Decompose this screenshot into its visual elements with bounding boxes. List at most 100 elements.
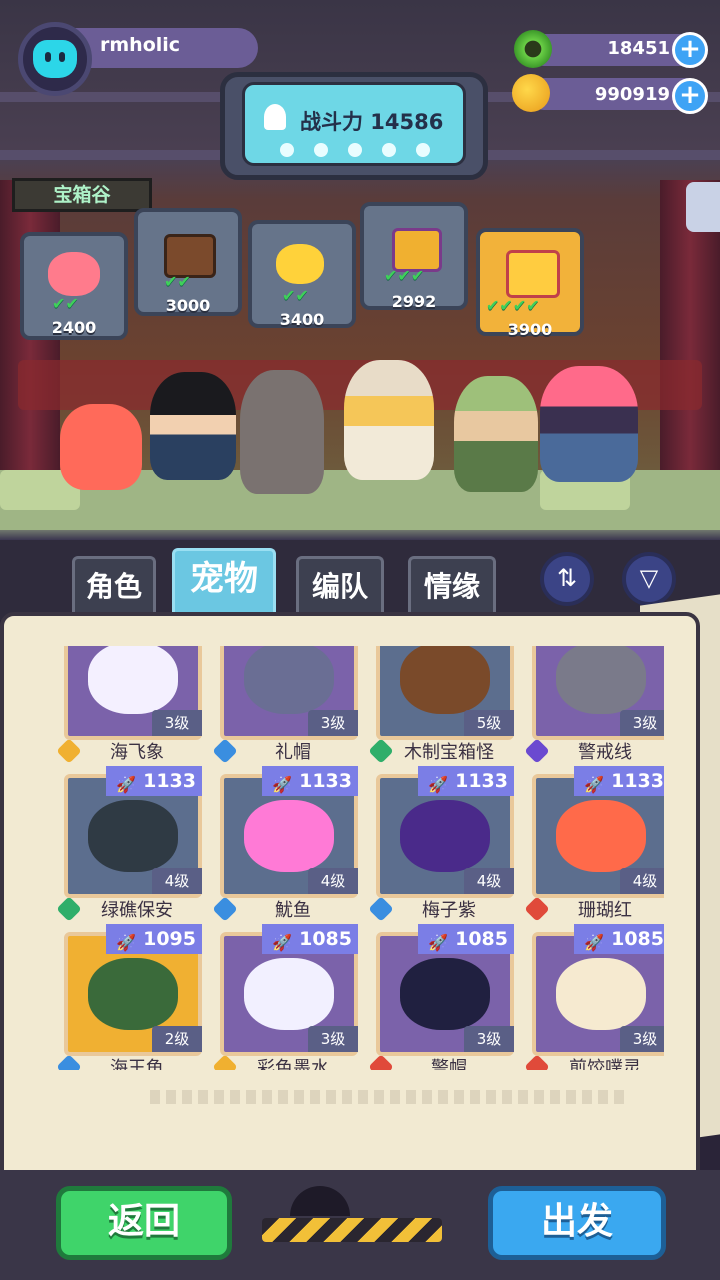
pet-power-value: 1133 [611,770,664,792]
pet-power: 🚀 1095 [106,924,202,954]
coral-pet-character [60,404,142,490]
pet-level: 3级 [620,710,664,736]
pet-card[interactable]: 🚀 1133 4级 梅子紫 [368,766,514,922]
currency-value: 18451 [607,38,670,59]
royal-chest-icon [506,250,560,298]
pet-card[interactable]: 3级 海飞象 [56,646,202,764]
area-sign: 宝箱谷 [12,178,152,212]
pink-hair-character [540,366,638,482]
tab-bonds[interactable]: 情缘 [408,556,496,618]
tab-characters[interactable]: 角色 [72,556,156,618]
chest-value: 3400 [279,310,325,329]
pet-card[interactable]: 3级 礼帽 [212,646,358,764]
pet-name: 彩色墨水 [257,1058,329,1070]
pet-card[interactable]: 🚀 1095 2级海王龟 [56,924,202,1070]
pet-level: 5级 [464,710,514,736]
pet-card[interactable]: 🚀 1085 3级煎饺噗灵 [524,924,664,1070]
pet-power: 🚀 1133 [106,766,202,796]
pet-level: 3级 [308,1026,358,1052]
rocket-icon: 🚀 [116,933,136,952]
pet-name: 煎饺噗灵 [569,1058,641,1070]
rocket-icon: 🚀 [584,775,604,794]
tab-formation[interactable]: 编队 [296,556,384,618]
pet-portrait [88,646,178,714]
check-icons: ✔✔ [52,294,79,313]
player-name: rmholic [100,34,181,56]
pet-card[interactable]: 5级 木制宝箱怪 [368,646,514,764]
pet-power: 🚀 1085 [262,924,358,954]
rocket-icon: 🚀 [428,933,448,952]
swap-vertical-icon: ⇅ [556,564,578,592]
rocket-icon: 🚀 [116,775,136,794]
pet-level: 4级 [308,868,358,894]
pet-name: 海王龟 [110,1058,164,1070]
gold-jelly-icon [276,244,324,284]
pet-card[interactable]: 🚀 1133 4级 珊瑚红 [524,766,664,922]
filter-button[interactable]: ▽ [622,552,676,606]
pet-power: 🚀 1085 [418,924,514,954]
check-icons: ✔✔ [282,286,309,305]
add-currency-button[interactable]: + [672,32,708,68]
pet-level: 3级 [620,1026,664,1052]
pet-level: 2级 [152,1026,202,1052]
back-button[interactable]: 返回 [56,1186,232,1260]
jelly-chest-icon [48,252,100,296]
power-value: 战斗力 14586 [300,110,444,134]
pet-level: 3级 [308,710,358,736]
page-dot [280,143,294,157]
pet-level: 4级 [152,868,202,894]
page-dot [348,143,362,157]
pet-power: 🚀 1133 [574,766,664,796]
filter-icon: ▽ [639,564,659,592]
pet-card[interactable]: 3级 警戒线 [524,646,664,764]
pet-card[interactable]: 🚀 1133 4级 绿礁保安 [56,766,202,922]
hero-character [150,372,236,480]
pet-grid[interactable]: 3级 海飞象 3级 礼帽 5级 木制宝箱怪 3级 警戒线 🚀 1133 4级 绿礁保安 🚀 1133 4级魷… [52,646,664,1070]
rocket-icon: 🚀 [584,933,604,952]
pet-card[interactable]: 🚀 1133 4级 魷鱼 [212,766,358,922]
page-dot [416,143,430,157]
pet-power-value: 1085 [299,928,352,950]
pet-portrait [400,958,490,1030]
chest-value: 2992 [391,292,437,311]
currency-value: 990919 [594,84,670,105]
stone-head-character [240,370,324,494]
add-currency-button[interactable]: + [672,78,708,114]
pet-power-value: 1095 [143,928,196,950]
pet-power-value: 1133 [455,770,508,792]
pet-level: 3级 [464,1026,514,1052]
rocket-icon: 🚀 [428,775,448,794]
hazard-stripe [262,1218,442,1242]
sort-button[interactable]: ⇅ [540,552,594,606]
pet-card[interactable]: 🚀 1085 3级彩色墨水 [212,924,358,1070]
chest-value: 3000 [165,296,211,315]
pet-power: 🚀 1085 [574,924,664,954]
rocket-icon: 🚀 [272,933,292,952]
pet-name: 警帽 [431,1058,467,1070]
check-icons: ✔✔✔ [384,266,425,285]
pet-power: 🚀 1133 [418,766,514,796]
depart-button[interactable]: 出发 [488,1186,666,1260]
pet-portrait [244,958,334,1030]
pet-portrait [400,646,490,714]
pet-power-value: 1133 [299,770,352,792]
cat-face-icon [33,40,77,78]
pet-power: 🚀 1133 [262,766,358,796]
ranger-character [454,376,538,492]
pet-power-value: 1133 [143,770,196,792]
tab-pets[interactable]: 宠物 [172,548,276,618]
pet-power-value: 1085 [611,928,664,950]
check-icons: ✔✔✔✔ [486,296,540,315]
chef-character [344,360,434,480]
chest-value: 2400 [51,318,97,337]
pet-portrait [556,958,646,1030]
pet-level: 4级 [620,868,664,894]
pet-portrait [400,800,490,872]
player-avatar[interactable] [18,22,92,96]
page-dot [314,143,328,157]
side-tab-icon[interactable] [686,182,720,232]
pet-card[interactable]: 🚀 1085 3级警帽 [368,924,514,1070]
pet-portrait [244,800,334,872]
rocket-icon [264,104,286,130]
scrolling-text-placeholder [150,1090,630,1104]
